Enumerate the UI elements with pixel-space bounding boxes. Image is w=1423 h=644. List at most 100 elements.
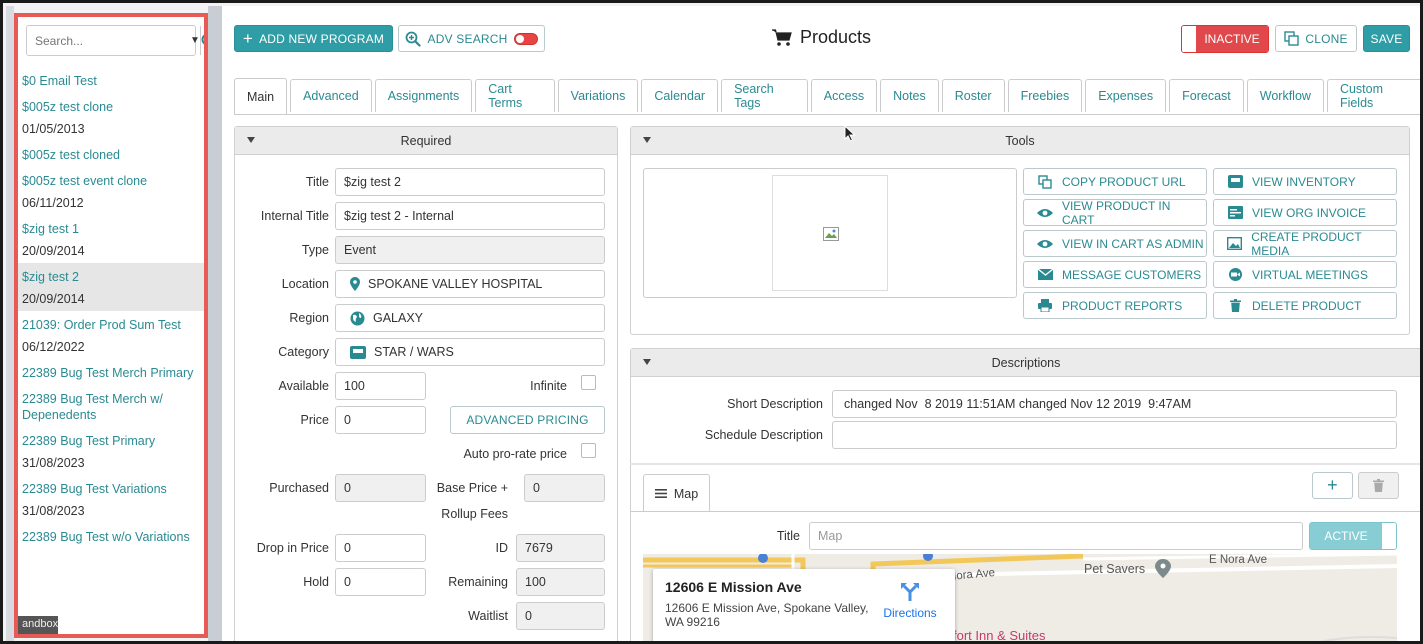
base-price-value: 0 <box>533 481 540 495</box>
clone-button[interactable]: CLONE <box>1275 25 1357 52</box>
search-icon <box>201 34 204 44</box>
drop-price-field[interactable]: 0 <box>335 534 426 562</box>
tool-button-label: VIRTUAL MEETINGS <box>1252 267 1369 282</box>
adv-search-button[interactable]: ADV SEARCH <box>398 25 545 52</box>
tab-assignments[interactable]: Assignments <box>374 79 473 112</box>
message-customers-button[interactable]: MESSAGE CUSTOMERS <box>1023 261 1207 288</box>
tool-button-label: PRODUCT REPORTS <box>1062 298 1183 313</box>
sidebar-search-input[interactable] <box>27 26 190 55</box>
chevron-down-icon[interactable]: ▼ <box>190 26 200 55</box>
view-org-invoice-button[interactable]: VIEW ORG INVOICE <box>1213 199 1397 226</box>
region-field[interactable]: GALAXY <box>335 304 605 332</box>
list-item-name[interactable]: $zig test 1 <box>22 219 200 237</box>
tab-map[interactable]: Map <box>643 474 710 512</box>
list-item[interactable]: 22389 Bug Test w/o Variations <box>18 523 204 549</box>
location-field[interactable]: SPOKANE VALLEY HOSPITAL <box>335 270 605 298</box>
advanced-pricing-button[interactable]: ADVANCED PRICING <box>450 406 605 434</box>
list-item-name[interactable]: 22389 Bug Test Merch Primary <box>22 363 200 381</box>
list-item[interactable]: 22389 Bug Test Merch w/ Depenedents <box>18 385 204 427</box>
list-item[interactable]: $zig test 2 20/09/2014 <box>18 263 204 311</box>
create-product-media-button[interactable]: CREATE PRODUCT MEDIA <box>1213 229 1397 258</box>
inactive-toggle[interactable]: INACTIVE <box>1181 25 1269 53</box>
tab-expenses[interactable]: Expenses <box>1085 79 1167 112</box>
eye-icon <box>1036 208 1054 218</box>
list-item[interactable]: 22389 Bug Test Variations 31/08/2023 <box>18 475 204 523</box>
directions-link[interactable]: Directions <box>878 581 942 620</box>
required-panel-header[interactable]: Required <box>235 127 617 155</box>
list-item-name[interactable]: $005z test event clone <box>22 171 200 189</box>
sidebar-search: ▼ <box>26 25 204 56</box>
product-image-frame[interactable] <box>643 168 1017 298</box>
map-info-card: 12606 E Mission Ave 12606 E Mission Ave,… <box>653 569 955 641</box>
save-button[interactable]: SAVE <box>1363 25 1410 52</box>
list-item[interactable]: $zig test 1 20/09/2014 <box>18 215 204 263</box>
list-item-name[interactable]: $0 Email Test <box>22 71 200 89</box>
schedule-description-field[interactable] <box>832 421 1397 449</box>
list-item[interactable]: 21039: Order Prod Sum Test 06/12/2022 <box>18 311 204 359</box>
list-item[interactable]: $005z test clone 01/05/2013 <box>18 93 204 141</box>
main-content: + ADD NEW PROGRAM ADV SEARCH Products IN… <box>222 6 1420 641</box>
sidebar-search-button[interactable] <box>199 26 204 55</box>
add-new-program-button[interactable]: + ADD NEW PROGRAM <box>234 25 393 52</box>
trash-icon <box>1226 299 1244 312</box>
list-item[interactable]: 22389 Bug Test Merch Primary <box>18 359 204 385</box>
descriptions-panel-header[interactable]: Descriptions <box>631 349 1420 377</box>
tab-custom-fields[interactable]: Custom Fields <box>1326 79 1420 112</box>
adv-search-toggle[interactable] <box>513 32 538 45</box>
delete-product-button[interactable]: DELETE PRODUCT <box>1213 292 1397 319</box>
tab-cart-terms[interactable]: Cart Terms <box>475 79 555 112</box>
virtual-meetings-button[interactable]: VIRTUAL MEETINGS <box>1213 261 1397 288</box>
list-item-name[interactable]: $005z test clone <box>22 97 200 115</box>
tab-search-tags[interactable]: Search Tags <box>721 79 808 112</box>
view-in-cart-as-admin-button[interactable]: VIEW IN CART AS ADMIN <box>1023 230 1207 257</box>
meeting-icon <box>1226 268 1244 281</box>
tab-forecast[interactable]: Forecast <box>1169 79 1244 112</box>
collapse-icon[interactable] <box>247 137 255 143</box>
product-reports-button[interactable]: PRODUCT REPORTS <box>1023 292 1207 319</box>
collapse-icon[interactable] <box>643 359 651 365</box>
copy-product-url-button[interactable]: COPY PRODUCT URL <box>1023 168 1207 195</box>
price-field[interactable]: 0 <box>335 406 426 434</box>
list-item[interactable]: $005z test event clone 06/11/2012 <box>18 167 204 215</box>
tab-advanced[interactable]: Advanced <box>290 79 372 112</box>
list-item-name[interactable]: $005z test cloned <box>22 145 200 163</box>
category-field[interactable]: STAR / WARS <box>335 338 605 366</box>
tool-button-label: CREATE PRODUCT MEDIA <box>1251 229 1362 258</box>
map-active-toggle[interactable]: ACTIVE <box>1309 522 1397 550</box>
list-item-name[interactable]: 21039: Order Prod Sum Test <box>22 315 200 333</box>
auto-prorate-checkbox[interactable] <box>581 443 596 458</box>
map-title-field[interactable]: Map <box>809 522 1303 550</box>
splitter[interactable] <box>208 6 222 641</box>
list-item[interactable]: $005z test cloned <box>18 141 204 167</box>
tab-workflow[interactable]: Workflow <box>1246 79 1324 112</box>
region-label: Region <box>289 311 329 325</box>
add-map-button[interactable]: + <box>1312 472 1353 499</box>
tab-calendar[interactable]: Calendar <box>641 79 719 112</box>
list-item-name[interactable]: 22389 Bug Test Variations <box>22 479 200 497</box>
list-item-name[interactable]: 22389 Bug Test w/o Variations <box>22 527 200 545</box>
tab-access[interactable]: Access <box>810 79 878 112</box>
required-heading: Required <box>400 133 452 148</box>
list-item-name[interactable]: $zig test 2 <box>22 267 200 285</box>
list-item[interactable]: 22389 Bug Test Primary 31/08/2023 <box>18 427 204 475</box>
tab-main[interactable]: Main <box>234 78 288 114</box>
list-item-name[interactable]: 22389 Bug Test Primary <box>22 431 200 449</box>
available-field[interactable]: 100 <box>335 372 426 400</box>
infinite-checkbox[interactable] <box>581 375 596 390</box>
tab-variations[interactable]: Variations <box>557 79 639 112</box>
list-item[interactable]: $0 Email Test <box>18 67 204 93</box>
tab-freebies[interactable]: Freebies <box>1007 79 1083 112</box>
advanced-pricing-label: ADVANCED PRICING <box>466 413 589 427</box>
tab-notes[interactable]: Notes <box>880 79 939 112</box>
hold-field[interactable]: 0 <box>335 568 426 596</box>
collapse-icon[interactable] <box>643 137 651 143</box>
delete-map-button[interactable] <box>1358 472 1399 499</box>
tab-roster[interactable]: Roster <box>941 79 1005 112</box>
list-item-name[interactable]: 22389 Bug Test Merch w/ Depenedents <box>22 389 200 423</box>
view-product-in-cart-button[interactable]: VIEW PRODUCT IN CART <box>1023 199 1207 227</box>
tools-panel-header[interactable]: Tools <box>631 127 1409 155</box>
internal-title-field[interactable]: $zig test 2 - Internal <box>335 202 605 230</box>
short-description-field[interactable]: changed Nov 8 2019 11:51AM changed Nov 1… <box>832 390 1397 418</box>
view-inventory-button[interactable]: VIEW INVENTORY <box>1213 168 1397 195</box>
title-field[interactable]: $zig test 2 <box>335 168 605 196</box>
